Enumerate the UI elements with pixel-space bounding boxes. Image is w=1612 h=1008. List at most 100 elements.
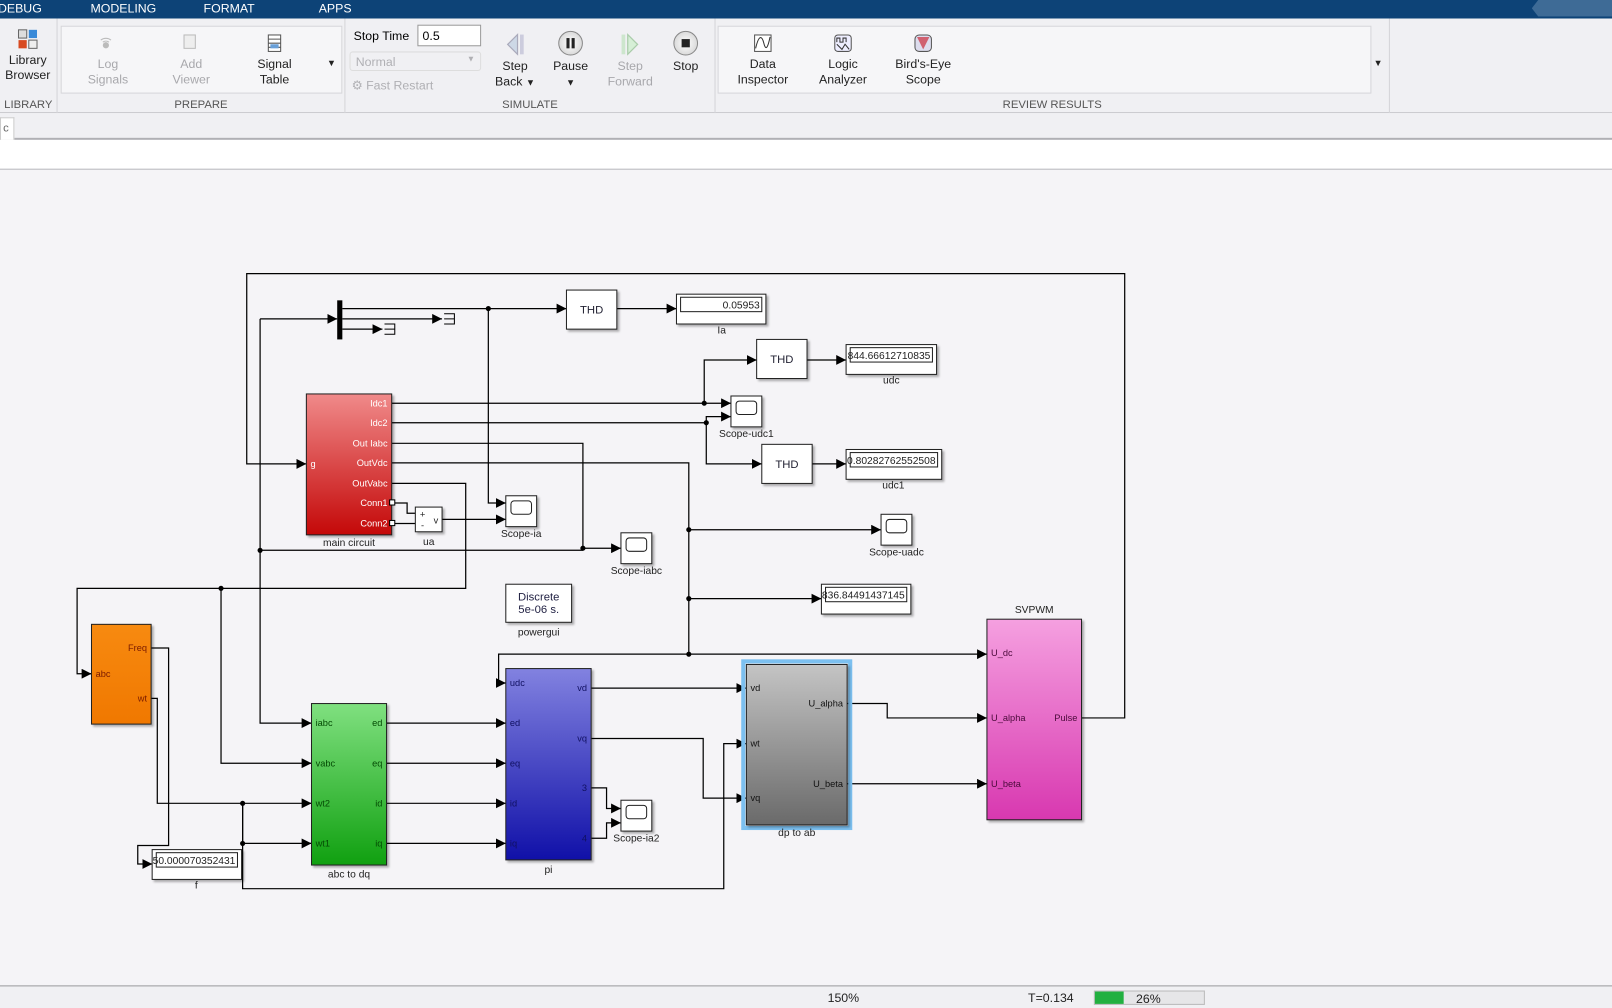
output-port-label: 3 <box>582 783 587 793</box>
branch-point <box>703 420 709 426</box>
display-value: 50.000070352431 <box>153 856 236 867</box>
input-port-label: U_alpha <box>991 713 1026 723</box>
block-label: pi <box>544 865 552 876</box>
output-port-label: eq <box>372 758 382 768</box>
simulation-time: T=0.134 <box>1028 990 1074 1005</box>
dq-to-ab-block[interactable] <box>745 663 848 826</box>
terminator-block[interactable] <box>384 323 396 335</box>
powergui-line2: 5e-06 s. <box>518 604 559 616</box>
thd-label: THD <box>775 459 798 471</box>
output-port-label: id <box>375 798 382 808</box>
input-port-label: g <box>310 459 315 469</box>
display-value: 844.66612710835 <box>848 351 931 362</box>
thd-label: THD <box>580 305 603 317</box>
output-port-label: Freq <box>128 643 147 653</box>
input-port-label: vd <box>750 683 760 693</box>
scope-icon <box>625 804 648 820</box>
output-port-label: Conn2 <box>360 519 387 529</box>
branch-point <box>257 547 263 553</box>
output-port-label: Idc2 <box>370 418 387 428</box>
output-port-label: Pulse <box>1054 713 1077 723</box>
signal-line[interactable] <box>259 318 312 729</box>
signal-line[interactable] <box>151 697 312 809</box>
signal-line[interactable] <box>847 702 987 723</box>
branch-point <box>240 840 246 846</box>
output-port-label: OutVdc <box>357 458 388 468</box>
input-port-label: iabc <box>316 718 333 728</box>
block-label: abc to dq <box>328 869 371 880</box>
scope-label: Scope-iabc <box>611 566 662 577</box>
block-label: ua <box>423 537 435 548</box>
block-label: dp to ab <box>778 828 815 839</box>
branch-point <box>686 651 692 657</box>
progress-text: 26% <box>1136 991 1161 1006</box>
block-label: main circuit <box>323 538 375 549</box>
signal-line[interactable] <box>591 737 747 804</box>
scope-icon <box>510 500 533 515</box>
display-value: 0.05953 <box>723 301 760 312</box>
thd-label: THD <box>770 354 793 366</box>
branch-point <box>580 545 586 551</box>
output-port-label: U_beta <box>813 779 844 789</box>
display-label: udc <box>883 376 900 387</box>
display-label: Ia <box>717 325 726 336</box>
display-label: f <box>195 881 198 892</box>
demux-block[interactable] <box>337 300 343 340</box>
scope-label: Scope-ia2 <box>613 833 660 844</box>
signal-line[interactable] <box>220 588 312 769</box>
input-port-label: U_dc <box>991 648 1013 658</box>
output-port-label: 4 <box>582 833 587 843</box>
input-port-label: vabc <box>316 758 336 768</box>
terminator-block[interactable] <box>444 313 455 325</box>
signal-line[interactable] <box>391 411 731 424</box>
branch-point <box>686 527 692 533</box>
branch-point <box>240 800 246 806</box>
input-port-label: id <box>510 798 517 808</box>
signal-line[interactable] <box>242 803 312 849</box>
block-label: SVPWM <box>1015 605 1054 616</box>
output-port-label: vq <box>577 734 587 744</box>
input-port-label: U_beta <box>991 779 1022 789</box>
branch-point <box>485 305 491 312</box>
block-label: powergui <box>518 628 560 639</box>
conn-port <box>389 519 396 527</box>
input-port-label: wt1 <box>315 839 330 849</box>
input-port-label: ed <box>510 718 520 728</box>
signal-line[interactable] <box>591 787 621 814</box>
branch-point <box>701 400 707 406</box>
block-diagram[interactable]: THD 0.05953 Ia THD 844.66612710835 udc THD 0.80… <box>0 0 1612 1008</box>
output-port-label: iq <box>375 839 382 849</box>
scope-label: Scope-uadc <box>869 547 924 558</box>
progress-fill <box>1094 991 1124 1004</box>
input-port-label: iq <box>510 839 517 849</box>
display-value: 836.84491437145 <box>822 591 905 602</box>
powergui-line1: Discrete <box>518 592 559 604</box>
simulation-progress-bar: 26% <box>1093 990 1205 1006</box>
minus-sign: - <box>421 521 424 531</box>
v-port: v <box>434 516 439 526</box>
output-port-label: Out Iabc <box>353 438 388 448</box>
branch-point <box>218 585 224 591</box>
input-port-label: wt <box>749 739 760 749</box>
input-port-label: vq <box>750 793 760 803</box>
output-port-label: OutVabc <box>352 479 388 489</box>
plus-sign: + <box>420 509 425 519</box>
scope-label: Scope-ia <box>501 529 542 540</box>
output-port-label: ed <box>372 718 382 728</box>
input-port-label: udc <box>510 678 525 688</box>
signal-line[interactable] <box>487 308 506 508</box>
scope-icon <box>625 537 648 552</box>
input-port-label: eq <box>510 758 520 768</box>
scope-icon <box>735 400 758 416</box>
branch-point <box>686 596 692 602</box>
display-value: 0.80282762552508 <box>847 456 936 467</box>
output-port-label: Idc1 <box>370 398 387 408</box>
status-bar: 150% T=0.134 26% <box>0 985 1612 1008</box>
display-label: udc1 <box>882 481 905 492</box>
scope-label: Scope-udc1 <box>719 429 774 440</box>
output-port-label: U_alpha <box>809 699 844 709</box>
input-port-label: abc <box>96 669 111 679</box>
output-port-label: vd <box>577 683 587 693</box>
conn-port <box>389 499 396 506</box>
output-port-label: wt <box>137 693 148 703</box>
